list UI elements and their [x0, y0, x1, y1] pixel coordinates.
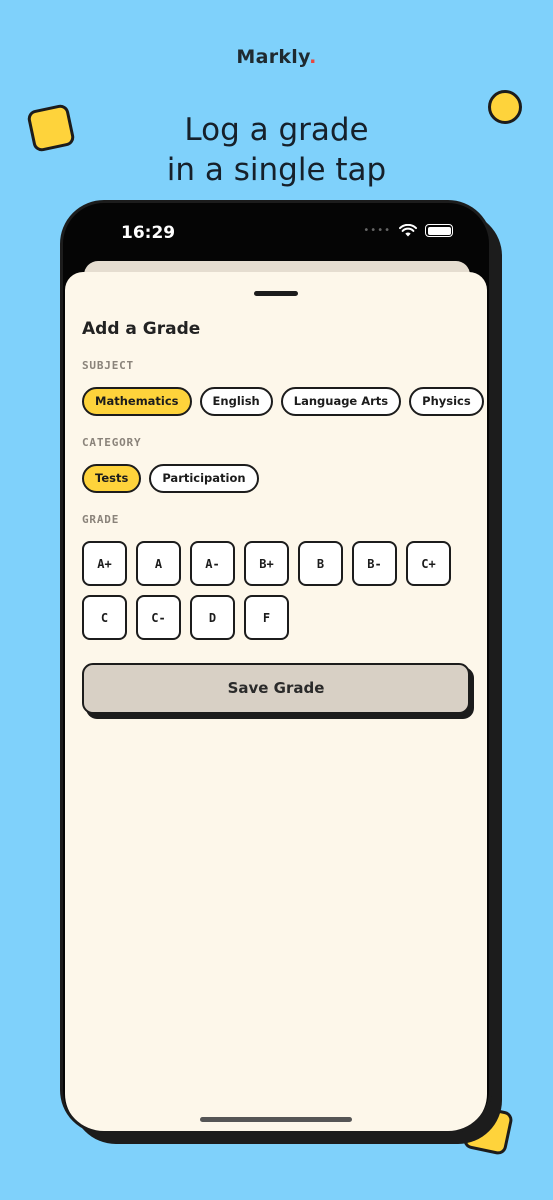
headline: Log a grade in a single tap — [0, 110, 553, 190]
brand-logo: Markly. — [0, 46, 553, 68]
save-grade-button[interactable]: Save Grade — [82, 663, 470, 714]
headline-line-1: Log a grade — [184, 112, 369, 148]
status-time: 16:29 — [121, 223, 176, 243]
phone-frame: 16:29 •••• Add a Grade SUBJECT Mathemati… — [60, 200, 492, 1134]
chip-category-participation[interactable]: Participation — [149, 464, 259, 493]
brand-name: Markly — [236, 46, 310, 68]
grade-f[interactable]: F — [244, 595, 289, 640]
grade-a-plus[interactable]: A+ — [82, 541, 127, 586]
grade-d[interactable]: D — [190, 595, 235, 640]
grade-b[interactable]: B — [298, 541, 343, 586]
grade-c[interactable]: C — [82, 595, 127, 640]
grade-c-plus[interactable]: C+ — [406, 541, 451, 586]
category-label: CATEGORY — [82, 436, 142, 449]
chip-subject-language-arts[interactable]: Language Arts — [280, 387, 402, 416]
grade-c-minus[interactable]: C- — [136, 595, 181, 640]
chip-subject-mathematics[interactable]: Mathematics — [82, 387, 192, 416]
grade-b-plus[interactable]: B+ — [244, 541, 289, 586]
subject-chip-scroller[interactable]: Mathematics English Language Arts Physic… — [82, 387, 487, 419]
decorative-circle — [488, 90, 522, 124]
grade-a-minus[interactable]: A- — [190, 541, 235, 586]
chip-subject-physics[interactable]: Physics — [409, 387, 484, 416]
category-chips: Tests Participation — [82, 464, 259, 493]
grade-grid: A+ A A- B+ B B- C+ C C- D F — [82, 541, 472, 640]
grade-label: GRADE — [82, 513, 120, 526]
subject-chips: Mathematics English Language Arts Physic… — [82, 387, 487, 416]
status-icons: •••• — [363, 224, 453, 237]
signal-icon: •••• — [363, 225, 391, 236]
wifi-icon — [399, 224, 417, 237]
chip-subject-english[interactable]: English — [199, 387, 273, 416]
home-indicator[interactable] — [200, 1117, 352, 1122]
headline-line-2: in a single tap — [166, 152, 387, 188]
battery-icon — [425, 224, 453, 237]
grade-b-minus[interactable]: B- — [352, 541, 397, 586]
decorative-square — [26, 103, 76, 153]
grade-a[interactable]: A — [136, 541, 181, 586]
status-bar: 16:29 •••• — [63, 203, 489, 263]
chip-category-tests[interactable]: Tests — [82, 464, 142, 493]
sheet-content: Mathematics English Language Arts Physic… — [65, 272, 487, 1131]
brand-dot: . — [309, 46, 317, 68]
